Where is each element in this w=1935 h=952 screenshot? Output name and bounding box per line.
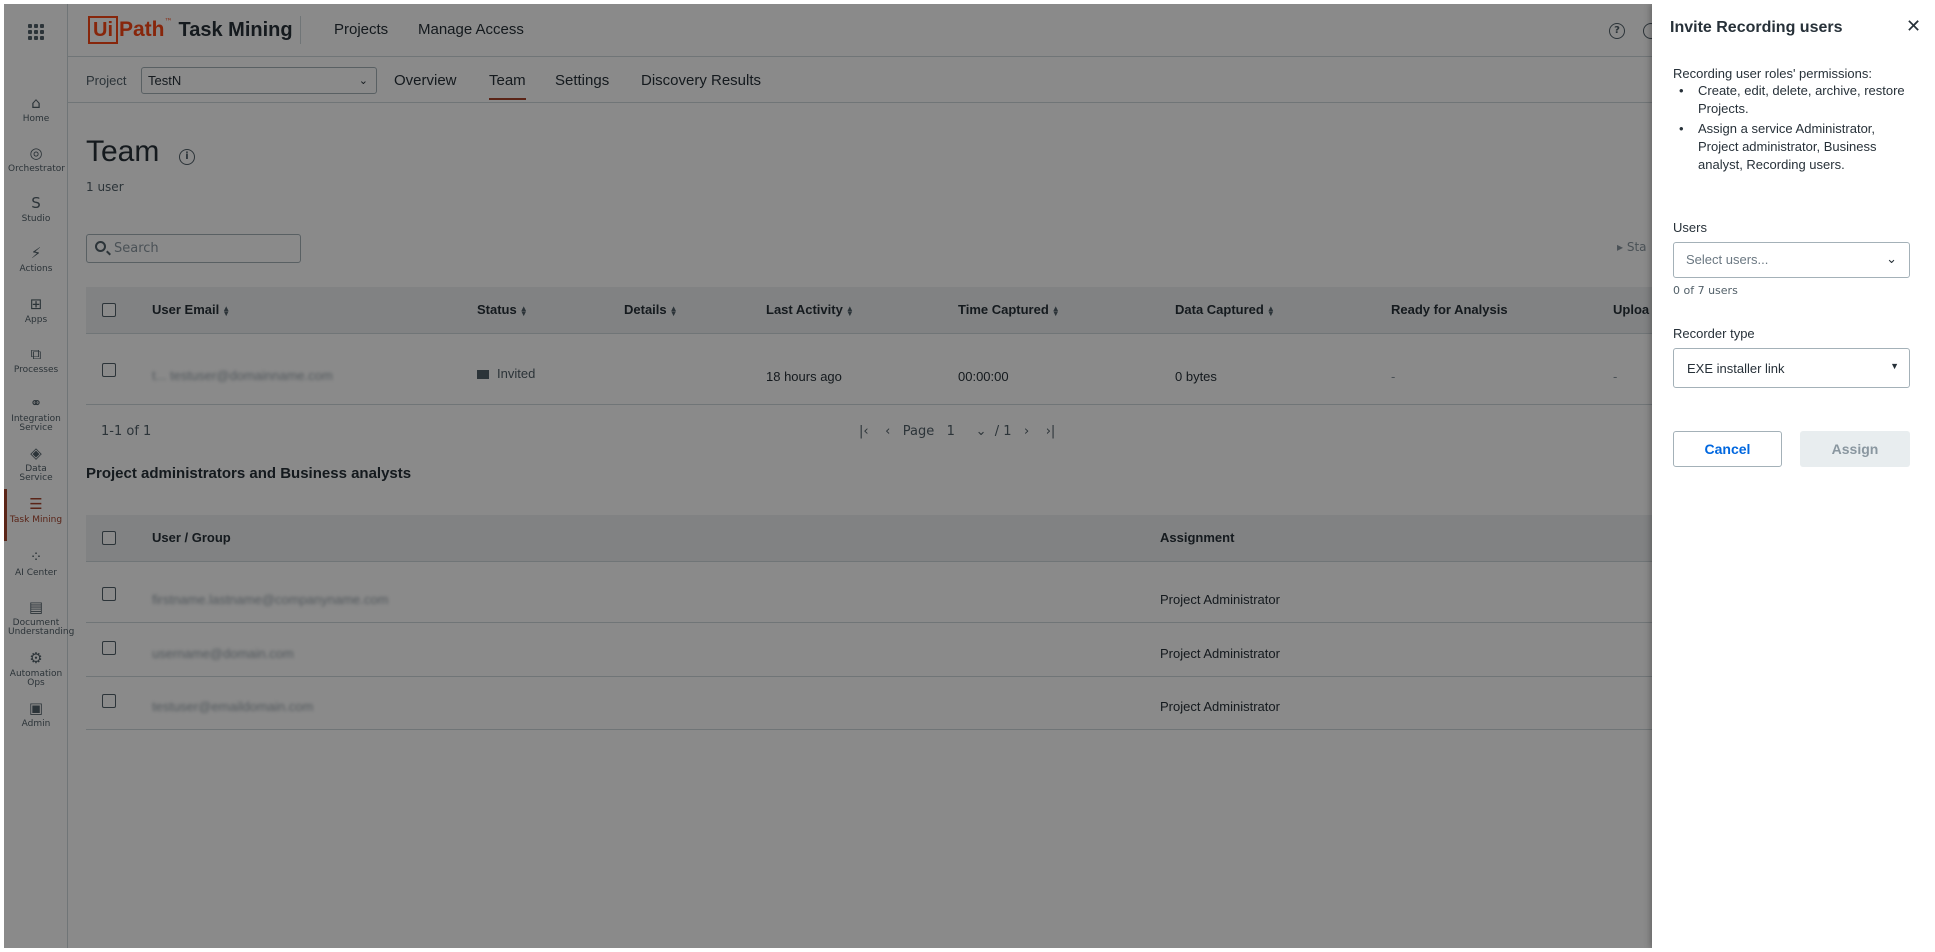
recorder-type-label: Recorder type (1673, 326, 1755, 341)
caret-down-icon: ▼ (1890, 361, 1899, 371)
recorder-type-select[interactable]: EXE installer link ▼ (1673, 348, 1910, 388)
users-select[interactable]: Select users... ⌄ (1673, 242, 1910, 278)
recorder-type-value: EXE installer link (1687, 361, 1785, 376)
drawer-title: Invite Recording users (1670, 19, 1843, 36)
users-select-placeholder: Select users... (1686, 252, 1769, 267)
app-window: Ui Path ™ Task Mining Projects Manage Ac… (4, 4, 1931, 948)
users-hint: 0 of 7 users (1673, 284, 1738, 297)
close-icon[interactable]: ✕ (1906, 18, 1921, 36)
permissions-list: Create, edit, delete, archive, restore P… (1679, 82, 1919, 176)
invite-recording-users-drawer: Invite Recording users ✕ Recording user … (1652, 4, 1931, 948)
assign-button[interactable]: Assign (1800, 431, 1910, 467)
modal-backdrop[interactable] (4, 4, 1931, 948)
permission-item: Assign a service Administrator, Project … (1679, 120, 1919, 174)
chevron-down-icon: ⌄ (1886, 251, 1897, 266)
permission-item: Create, edit, delete, archive, restore P… (1679, 82, 1919, 118)
users-label: Users (1673, 220, 1707, 235)
permissions-heading: Recording user roles' permissions: (1673, 66, 1873, 81)
cancel-button[interactable]: Cancel (1673, 431, 1782, 467)
